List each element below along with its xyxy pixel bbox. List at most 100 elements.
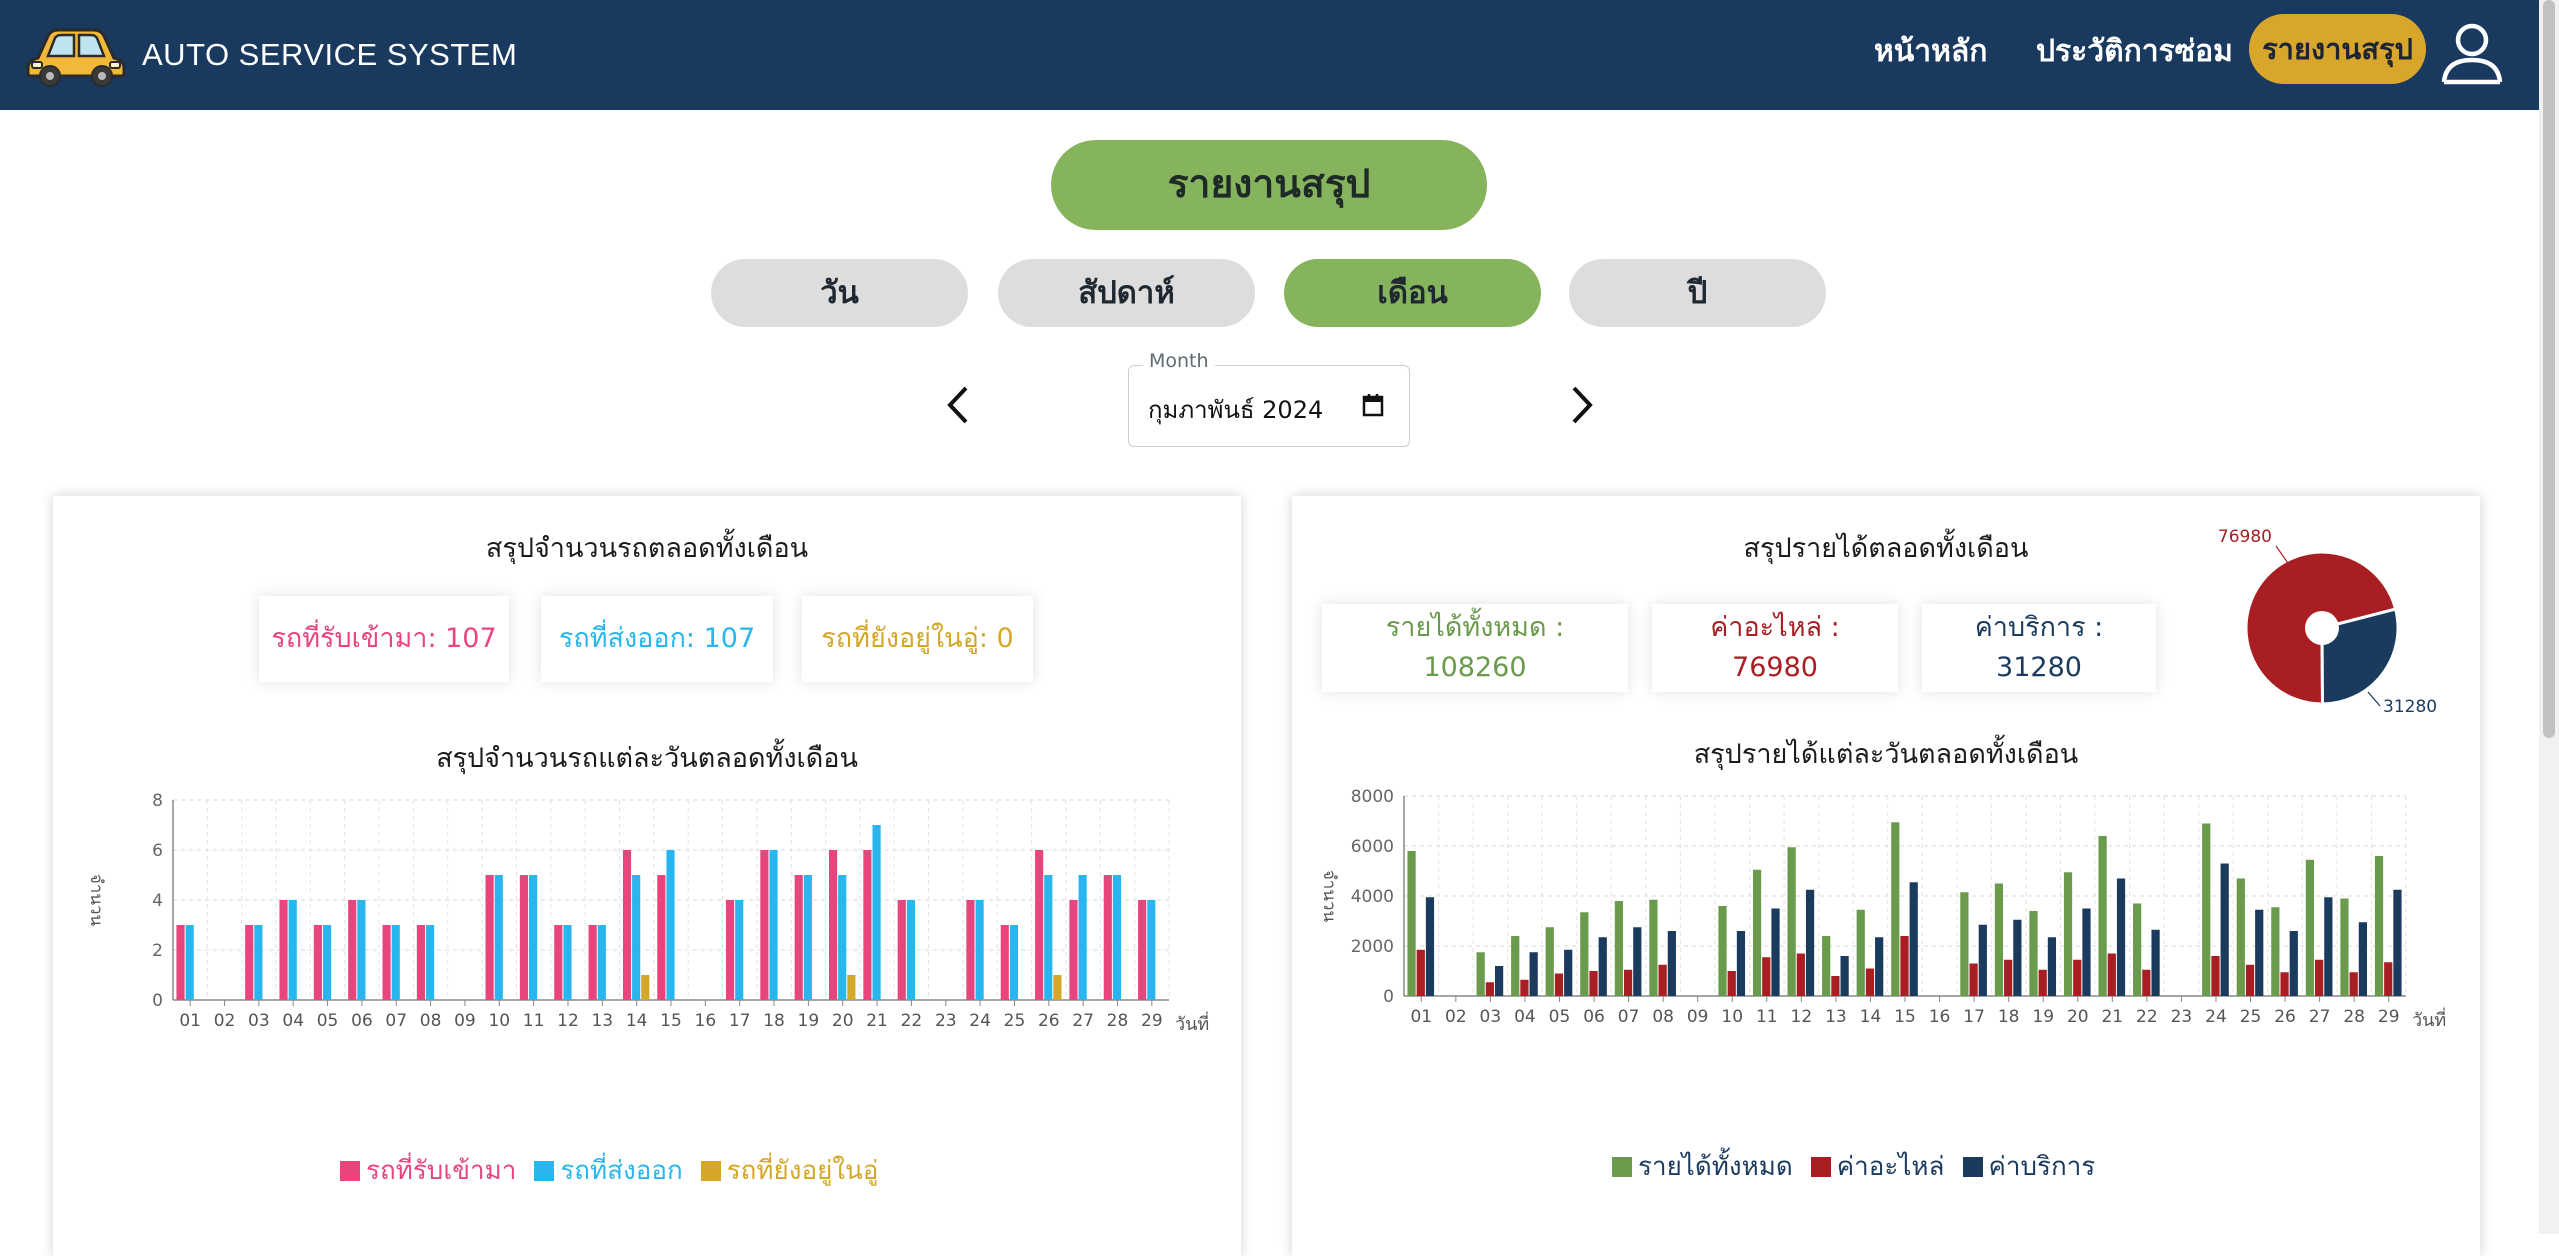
bar	[1511, 936, 1520, 996]
legend-item-income-parts[interactable]: ค่าอะไหล่	[1810, 1146, 1945, 1187]
tab-year[interactable]: ปี	[1569, 259, 1826, 327]
x-tick-label: 16	[695, 1011, 717, 1031]
x-tick-label: 12	[1791, 1007, 1813, 1027]
x-tick-label: 14	[1860, 1007, 1882, 1027]
legend-item-income-total[interactable]: รายได้ทั้งหมด	[1612, 1146, 1793, 1187]
bar	[1771, 908, 1780, 996]
bar	[657, 875, 666, 1000]
bar	[666, 850, 675, 1000]
nav-report-link[interactable]: รายงานสรุป	[2249, 14, 2426, 84]
x-tick-label: 03	[1480, 1007, 1502, 1027]
x-tick-label: 11	[1756, 1007, 1778, 1027]
bar	[897, 900, 906, 1000]
x-tick-label: 24	[969, 1011, 991, 1031]
bar	[1994, 883, 2004, 996]
bar	[2038, 969, 2047, 996]
cars-chart-legend: รถที่รับเข้ามา รถที่ส่งออก รถที่ยังอยู่ใ…	[340, 1150, 896, 1191]
y-tick-label: 8000	[1351, 787, 1394, 807]
bar	[2393, 889, 2402, 996]
x-tick-label: 25	[1004, 1011, 1026, 1031]
bar	[2151, 929, 2160, 996]
bar	[416, 925, 426, 1000]
bar	[279, 900, 288, 1000]
stat-cars-out-label: รถที่ส่งออก: 107	[558, 623, 756, 654]
stat-income-parts: ค่าอะไหล่ : 76980	[1652, 604, 1898, 692]
bar	[1633, 927, 1642, 996]
bar	[494, 875, 503, 1000]
tab-week[interactable]: สัปดาห์	[998, 259, 1255, 327]
income-daily-title: สรุปรายได้แต่ละวันตลอดทั้งเดือน	[1693, 739, 2079, 770]
bar	[1035, 850, 1044, 1000]
next-month-arrow-icon[interactable]	[1560, 380, 1600, 430]
bar	[1545, 927, 1554, 996]
bar	[2315, 959, 2324, 996]
nav-history-link[interactable]: ประวัติการซ่อม	[2036, 28, 2233, 76]
calendar-icon[interactable]	[1362, 393, 1384, 417]
y-tick-label: 6	[152, 841, 163, 861]
tab-month[interactable]: เดือน	[1284, 259, 1541, 327]
x-tick-label: 18	[763, 1011, 785, 1031]
month-input-value[interactable]: กุมภาพันธ์ 2024	[1148, 390, 1323, 429]
bar	[760, 850, 769, 1000]
user-icon[interactable]	[2438, 20, 2506, 88]
bar	[2133, 903, 2142, 996]
bar	[2280, 972, 2289, 996]
bar	[597, 925, 606, 1000]
bar	[313, 925, 322, 1000]
bar	[2271, 907, 2280, 996]
x-tick-label: 17	[1963, 1007, 1985, 1027]
bar	[1147, 900, 1156, 1000]
previous-month-arrow-icon[interactable]	[940, 380, 980, 430]
y-tick-label: 8	[152, 791, 163, 811]
bar	[322, 925, 332, 1000]
bar	[382, 925, 391, 1000]
x-tick-label: 08	[1652, 1007, 1674, 1027]
bar	[1865, 968, 1875, 996]
x-tick-label: 19	[2032, 1007, 2054, 1027]
bar	[2324, 897, 2333, 996]
brand[interactable]: AUTO SERVICE SYSTEM	[24, 20, 517, 90]
stat-income-total-label: รายได้ทั้งหมด :	[1385, 612, 1565, 643]
x-tick-label: 17	[729, 1011, 751, 1031]
page-title: รายงานสรุป	[1051, 140, 1487, 230]
scrollbar-thumb[interactable]	[2543, 0, 2555, 738]
x-tick-label: 28	[2343, 1007, 2365, 1027]
bar	[2098, 836, 2107, 996]
x-tick-label: 09	[454, 1011, 476, 1031]
x-axis-label: วันที่	[1175, 1011, 1209, 1035]
month-input-label: Month	[1143, 350, 1215, 372]
legend-label: รถที่ยังอยู่ในอู่	[726, 1156, 879, 1186]
bar	[966, 900, 975, 1000]
x-tick-label: 26	[1038, 1011, 1060, 1031]
x-tick-label: 01	[179, 1011, 201, 1031]
legend-item-cars-out[interactable]: รถที่ส่งออก	[534, 1150, 683, 1191]
bar	[185, 925, 194, 1000]
bar	[2211, 956, 2220, 996]
y-tick-label: 2	[152, 941, 163, 961]
y-tick-label: 6000	[1351, 837, 1394, 857]
bar	[1044, 875, 1053, 1000]
legend-label: ค่าบริการ	[1988, 1152, 2096, 1182]
nav-home-link[interactable]: หน้าหลัก	[1874, 28, 1987, 76]
bar	[1736, 931, 1746, 996]
bar	[1069, 900, 1078, 1000]
legend-item-cars-remain[interactable]: รถที่ยังอยู่ในอู่	[700, 1150, 879, 1191]
bar	[1476, 952, 1485, 996]
x-tick-label: 10	[488, 1011, 510, 1031]
y-tick-label: 2000	[1351, 937, 1394, 957]
x-tick-label: 05	[1549, 1007, 1571, 1027]
bar	[2340, 898, 2349, 996]
x-tick-label: 04	[282, 1011, 304, 1031]
bar	[288, 900, 297, 1000]
bar	[1822, 936, 1831, 996]
x-tick-label: 07	[385, 1011, 407, 1031]
bar	[2305, 859, 2315, 996]
tab-day[interactable]: วัน	[711, 259, 968, 327]
pie-label-service: 31280	[2383, 697, 2437, 717]
cars-daily-bar-chart: 0246801 02 03 04 05 06 07 08 09 10 11 12 13 14 15 16 17 1…	[86, 791, 1209, 1035]
legend-item-cars-in[interactable]: รถที่รับเข้ามา	[340, 1150, 516, 1191]
legend-item-income-service[interactable]: ค่าบริการ	[1962, 1146, 2096, 1187]
bar	[1416, 949, 1425, 996]
x-tick-label: 06	[1583, 1007, 1605, 1027]
y-axis-label: จำนวน	[1319, 870, 1339, 923]
